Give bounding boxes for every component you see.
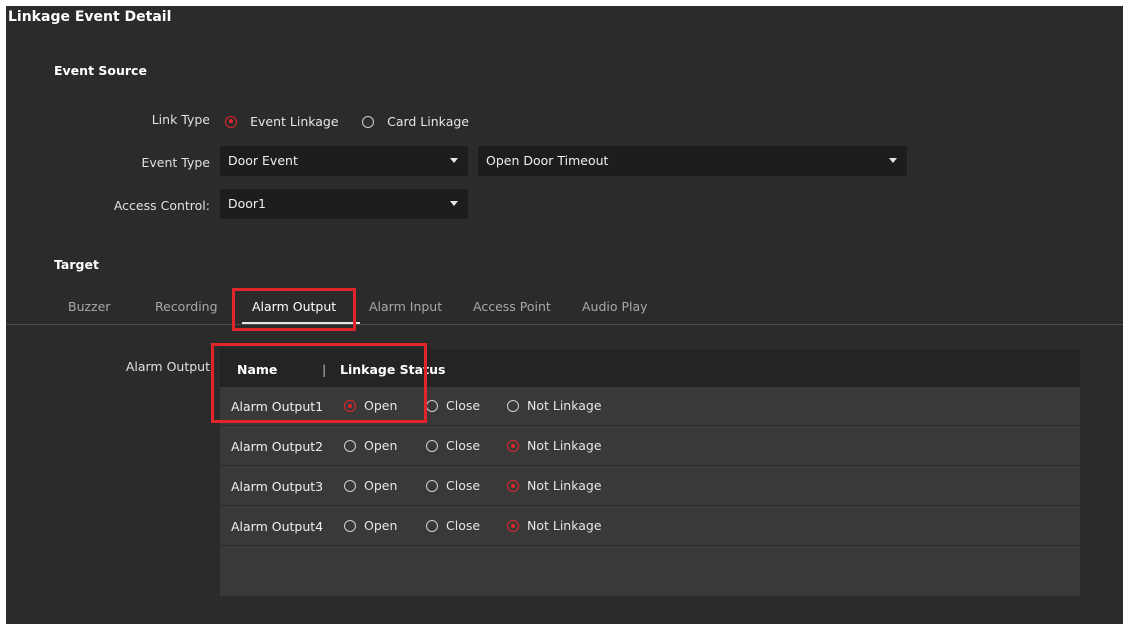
status-option-label: Not Linkage xyxy=(527,398,602,413)
alarm-output-label: Alarm Output xyxy=(125,359,210,374)
radio-open[interactable] xyxy=(344,480,356,492)
event-type-primary-value: Door Event xyxy=(228,153,298,168)
access-control-value: Door1 xyxy=(228,196,267,211)
status-option-label: Not Linkage xyxy=(527,438,602,453)
status-option-close[interactable]: Close xyxy=(426,398,480,413)
radio-not-linkage[interactable] xyxy=(507,400,519,412)
event-linkage-label: Event Linkage xyxy=(250,114,339,129)
status-option-open[interactable]: Open xyxy=(344,478,397,493)
access-control-select[interactable]: Door1 xyxy=(220,189,468,219)
status-option-open[interactable]: Open xyxy=(344,438,397,453)
status-option-close[interactable]: Close xyxy=(426,478,480,493)
event-linkage-radio[interactable] xyxy=(225,115,237,128)
radio-open[interactable] xyxy=(344,520,356,532)
alarm-output-name: Alarm Output3 xyxy=(231,479,324,494)
status-option-close[interactable]: Close xyxy=(426,438,480,453)
access-control-label: Access Control: xyxy=(113,198,210,213)
table-highlight-box xyxy=(211,343,427,423)
event-source-heading: Event Source xyxy=(54,63,147,78)
status-option-not-linkage[interactable]: Not Linkage xyxy=(507,438,602,453)
status-option-label: Close xyxy=(446,478,481,493)
status-option-label: Close xyxy=(446,438,481,453)
tab-alarm-input[interactable]: Alarm Input xyxy=(369,299,442,314)
status-option-label: Not Linkage xyxy=(527,478,602,493)
tab-recording[interactable]: Recording xyxy=(155,299,218,314)
tab-highlight-box xyxy=(232,288,356,331)
radio-close[interactable] xyxy=(426,480,438,492)
tabs-divider xyxy=(6,324,1123,325)
status-option-label: Open xyxy=(364,438,398,453)
target-heading: Target xyxy=(54,257,99,272)
status-option-label: Not Linkage xyxy=(527,518,602,533)
event-type-label: Event Type xyxy=(141,155,211,170)
status-option-not-linkage[interactable]: Not Linkage xyxy=(507,518,602,533)
table-row: Alarm Output3 Open Close Not Linkage xyxy=(220,467,1080,506)
event-type-primary-select[interactable]: Door Event xyxy=(220,146,468,176)
status-option-label: Close xyxy=(446,518,481,533)
window-title: Linkage Event Detail xyxy=(8,9,172,25)
chevron-down-icon xyxy=(450,201,458,206)
radio-close[interactable] xyxy=(426,440,438,452)
radio-open[interactable] xyxy=(344,440,356,452)
table-row: Alarm Output4 Open Close Not Linkage xyxy=(220,507,1080,546)
status-option-label: Open xyxy=(364,518,398,533)
tab-access-point[interactable]: Access Point xyxy=(473,299,551,314)
tab-audio-play[interactable]: Audio Play xyxy=(582,299,648,314)
status-option-label: Close xyxy=(446,398,481,413)
link-type-label: Link Type xyxy=(151,112,210,127)
tab-buzzer[interactable]: Buzzer xyxy=(68,299,110,314)
chevron-down-icon xyxy=(450,158,458,163)
radio-not-linkage[interactable] xyxy=(507,520,519,532)
status-option-label: Open xyxy=(364,478,398,493)
chevron-down-icon xyxy=(889,158,897,163)
status-option-open[interactable]: Open xyxy=(344,518,397,533)
link-type-card-linkage[interactable]: Card Linkage xyxy=(362,111,469,130)
radio-close[interactable] xyxy=(426,520,438,532)
link-type-event-linkage[interactable]: Event Linkage xyxy=(225,111,339,130)
status-option-close[interactable]: Close xyxy=(426,518,480,533)
event-type-secondary-value: Open Door Timeout xyxy=(486,153,609,168)
table-row: Alarm Output2 Open Close Not Linkage xyxy=(220,427,1080,466)
status-option-not-linkage[interactable]: Not Linkage xyxy=(507,478,602,493)
radio-not-linkage[interactable] xyxy=(507,440,519,452)
alarm-output-name: Alarm Output4 xyxy=(231,519,324,534)
alarm-output-name: Alarm Output2 xyxy=(231,439,324,454)
status-option-not-linkage[interactable]: Not Linkage xyxy=(507,398,602,413)
card-linkage-radio[interactable] xyxy=(362,115,374,128)
radio-not-linkage[interactable] xyxy=(507,480,519,492)
card-linkage-label: Card Linkage xyxy=(387,114,469,129)
linkage-event-detail-panel: Linkage Event Detail Event Source Link T… xyxy=(6,6,1123,624)
radio-close[interactable] xyxy=(426,400,438,412)
event-type-secondary-select[interactable]: Open Door Timeout xyxy=(478,146,907,176)
